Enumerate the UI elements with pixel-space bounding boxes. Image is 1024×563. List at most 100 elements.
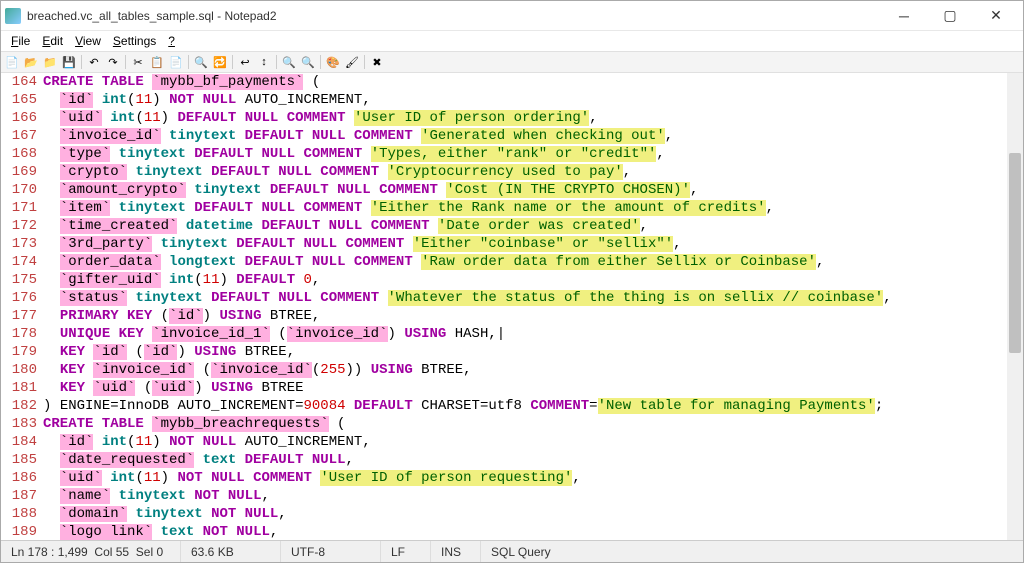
code-line[interactable]: 170 `amount_crypto` tinytext DEFAULT NUL… [1, 181, 1007, 199]
code-line[interactable]: 165 `id` int(11) NOT NULL AUTO_INCREMENT… [1, 91, 1007, 109]
toolbar-separator [125, 55, 126, 69]
line-number: 165 [1, 91, 43, 109]
scheme2-icon[interactable]: 🖌 [343, 53, 361, 71]
code-line[interactable]: 185 `date_requested` text DEFAULT NULL, [1, 451, 1007, 469]
line-code[interactable]: CREATE TABLE `mybb_breachrequests` ( [43, 415, 1007, 433]
menubar: File Edit View Settings ? [1, 31, 1023, 51]
vertical-scrollbar[interactable] [1007, 73, 1023, 540]
line-code[interactable]: `id` int(11) NOT NULL AUTO_INCREMENT, [43, 433, 1007, 451]
line-number: 166 [1, 109, 43, 127]
line-number: 168 [1, 145, 43, 163]
line-code[interactable]: CREATE TABLE `mybb_bf_payments` ( [43, 73, 1007, 91]
browse-icon[interactable]: 📁 [41, 53, 59, 71]
line-code[interactable]: `name` tinytext NOT NULL, [43, 487, 1007, 505]
code-line[interactable]: 167 `invoice_id` tinytext DEFAULT NULL C… [1, 127, 1007, 145]
titlebar: breached.vc_all_tables_sample.sql - Note… [1, 1, 1023, 31]
menu-file[interactable]: File [5, 32, 36, 50]
code-line[interactable]: 166 `uid` int(11) DEFAULT NULL COMMENT '… [1, 109, 1007, 127]
maximize-button[interactable]: ▢ [927, 2, 973, 30]
line-number: 169 [1, 163, 43, 181]
line-number: 178 [1, 325, 43, 343]
line-code[interactable]: `gifter_uid` int(11) DEFAULT 0, [43, 271, 1007, 289]
code-editor[interactable]: 164CREATE TABLE `mybb_bf_payments` (165 … [1, 73, 1023, 540]
code-line[interactable]: 187 `name` tinytext NOT NULL, [1, 487, 1007, 505]
code-line[interactable]: 173 `3rd_party` tinytext DEFAULT NULL CO… [1, 235, 1007, 253]
line-number: 185 [1, 451, 43, 469]
code-line[interactable]: 179 KEY `id` (`id`) USING BTREE, [1, 343, 1007, 361]
line-code[interactable]: UNIQUE KEY `invoice_id_1` (`invoice_id`)… [43, 325, 1007, 343]
line-code[interactable]: `amount_crypto` tinytext DEFAULT NULL CO… [43, 181, 1007, 199]
code-line[interactable]: 189 `logo link` text NOT NULL, [1, 523, 1007, 540]
toolbar-separator [276, 55, 277, 69]
new-icon[interactable]: 📄 [3, 53, 21, 71]
line-code[interactable]: `status` tinytext DEFAULT NULL COMMENT '… [43, 289, 1007, 307]
menu-edit[interactable]: Edit [36, 32, 69, 50]
paste-icon[interactable]: 📄 [167, 53, 185, 71]
line-number: 172 [1, 217, 43, 235]
code-line[interactable]: 172 `time_created` datetime DEFAULT NULL… [1, 217, 1007, 235]
line-code[interactable]: PRIMARY KEY (`id`) USING BTREE, [43, 307, 1007, 325]
exit-icon[interactable]: ✖ [368, 53, 386, 71]
line-code[interactable]: `order_data` longtext DEFAULT NULL COMME… [43, 253, 1007, 271]
code-line[interactable]: 183CREATE TABLE `mybb_breachrequests` ( [1, 415, 1007, 433]
redo-icon[interactable]: ↷ [104, 53, 122, 71]
line-code[interactable]: `uid` int(11) DEFAULT NULL COMMENT 'User… [43, 109, 1007, 127]
code-line[interactable]: 184 `id` int(11) NOT NULL AUTO_INCREMENT… [1, 433, 1007, 451]
copy-icon[interactable]: 📋 [148, 53, 166, 71]
line-code[interactable]: `domain` tinytext NOT NULL, [43, 505, 1007, 523]
line-number: 187 [1, 487, 43, 505]
wrapline-icon[interactable]: ↕ [255, 53, 273, 71]
minimize-button[interactable]: ─ [881, 2, 927, 30]
line-code[interactable]: `crypto` tinytext DEFAULT NULL COMMENT '… [43, 163, 1007, 181]
line-code[interactable]: `logo link` text NOT NULL, [43, 523, 1007, 540]
line-number: 175 [1, 271, 43, 289]
scheme-icon[interactable]: 🎨 [324, 53, 342, 71]
find-icon[interactable]: 🔍 [192, 53, 210, 71]
toolbar-separator [364, 55, 365, 69]
line-code[interactable]: `uid` int(11) NOT NULL COMMENT 'User ID … [43, 469, 1007, 487]
menu-help[interactable]: ? [162, 32, 181, 50]
line-code[interactable]: `id` int(11) NOT NULL AUTO_INCREMENT, [43, 91, 1007, 109]
line-code[interactable]: KEY `invoice_id` (`invoice_id`(255)) USI… [43, 361, 1007, 379]
code-line[interactable]: 180 KEY `invoice_id` (`invoice_id`(255))… [1, 361, 1007, 379]
line-code[interactable]: `invoice_id` tinytext DEFAULT NULL COMME… [43, 127, 1007, 145]
code-line[interactable]: 164CREATE TABLE `mybb_bf_payments` ( [1, 73, 1007, 91]
line-code[interactable]: KEY `uid` (`uid`) USING BTREE [43, 379, 1007, 397]
toolbar-separator [81, 55, 82, 69]
line-code[interactable]: `date_requested` text DEFAULT NULL, [43, 451, 1007, 469]
status-filesize: 63.6 KB [181, 541, 281, 562]
status-language: SQL Query [481, 541, 1023, 562]
code-line[interactable]: 171 `item` tinytext DEFAULT NULL COMMENT… [1, 199, 1007, 217]
zoomin-icon[interactable]: 🔍 [280, 53, 298, 71]
app-icon [5, 8, 21, 24]
code-line[interactable]: 188 `domain` tinytext NOT NULL, [1, 505, 1007, 523]
code-line[interactable]: 174 `order_data` longtext DEFAULT NULL C… [1, 253, 1007, 271]
line-code[interactable]: ) ENGINE=InnoDB AUTO_INCREMENT=90084 DEF… [43, 397, 1007, 415]
code-line[interactable]: 175 `gifter_uid` int(11) DEFAULT 0, [1, 271, 1007, 289]
code-line[interactable]: 182) ENGINE=InnoDB AUTO_INCREMENT=90084 … [1, 397, 1007, 415]
line-code[interactable]: `time_created` datetime DEFAULT NULL COM… [43, 217, 1007, 235]
code-line[interactable]: 176 `status` tinytext DEFAULT NULL COMME… [1, 289, 1007, 307]
save-icon[interactable]: 💾 [60, 53, 78, 71]
code-line[interactable]: 178 UNIQUE KEY `invoice_id_1` (`invoice_… [1, 325, 1007, 343]
undo-icon[interactable]: ↶ [85, 53, 103, 71]
menu-settings[interactable]: Settings [107, 32, 162, 50]
line-code[interactable]: KEY `id` (`id`) USING BTREE, [43, 343, 1007, 361]
code-line[interactable]: 177 PRIMARY KEY (`id`) USING BTREE, [1, 307, 1007, 325]
zoomout-icon[interactable]: 🔍 [299, 53, 317, 71]
scroll-thumb[interactable] [1009, 153, 1021, 353]
cut-icon[interactable]: ✂ [129, 53, 147, 71]
code-line[interactable]: 186 `uid` int(11) NOT NULL COMMENT 'User… [1, 469, 1007, 487]
replace-icon[interactable]: 🔁 [211, 53, 229, 71]
code-line[interactable]: 168 `type` tinytext DEFAULT NULL COMMENT… [1, 145, 1007, 163]
open-icon[interactable]: 📂 [22, 53, 40, 71]
line-code[interactable]: `type` tinytext DEFAULT NULL COMMENT 'Ty… [43, 145, 1007, 163]
wordwrap-icon[interactable]: ↩ [236, 53, 254, 71]
close-button[interactable]: ✕ [973, 2, 1019, 30]
line-code[interactable]: `item` tinytext DEFAULT NULL COMMENT 'Ei… [43, 199, 1007, 217]
code-line[interactable]: 169 `crypto` tinytext DEFAULT NULL COMME… [1, 163, 1007, 181]
toolbar: 📄📂📁💾↶↷✂📋📄🔍🔁↩↕🔍🔍🎨🖌✖ [1, 51, 1023, 73]
menu-view[interactable]: View [69, 32, 107, 50]
code-line[interactable]: 181 KEY `uid` (`uid`) USING BTREE [1, 379, 1007, 397]
line-code[interactable]: `3rd_party` tinytext DEFAULT NULL COMMEN… [43, 235, 1007, 253]
